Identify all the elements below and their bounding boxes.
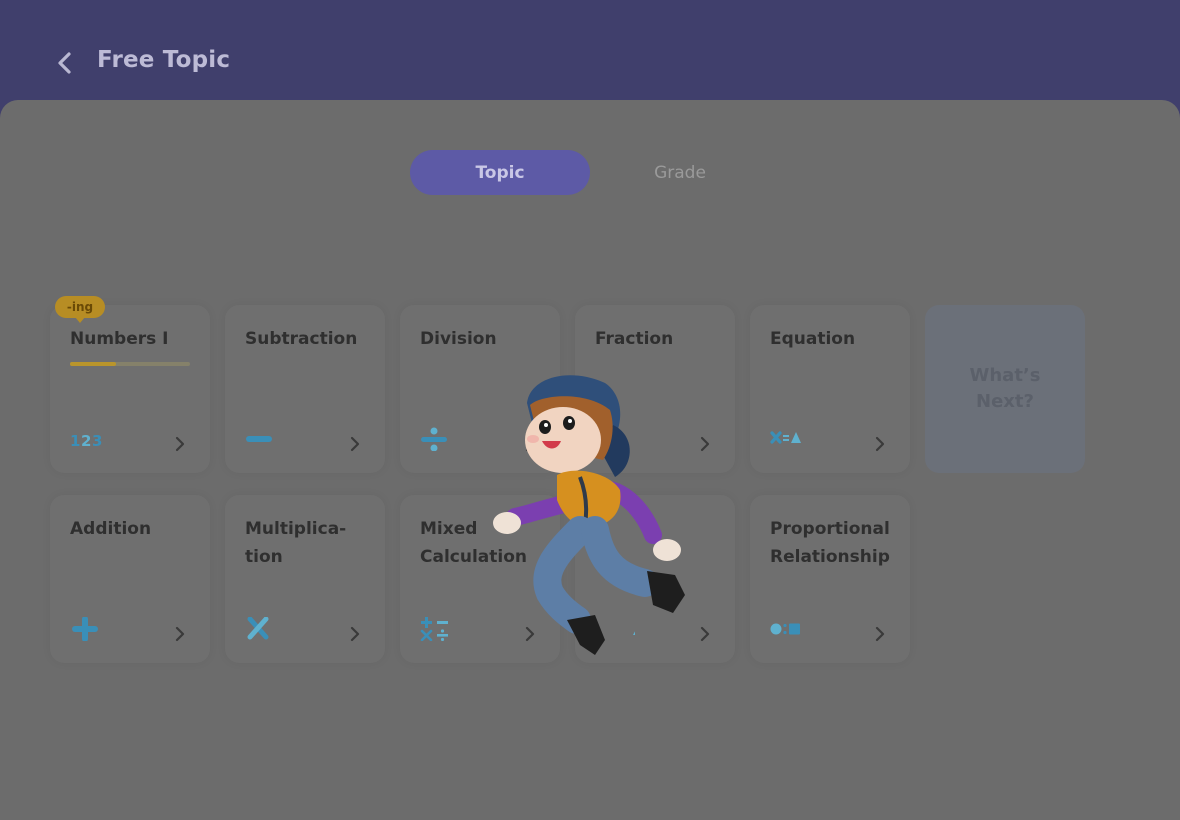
page-title: Free Topic (97, 47, 231, 73)
topic-card-subtraction[interactable]: Subtraction (225, 305, 385, 473)
svg-text:2: 2 (81, 432, 91, 450)
topic-card-equation[interactable]: Equation (750, 305, 910, 473)
chevron-right-icon (700, 436, 710, 452)
equation-icon (770, 431, 801, 444)
tab-grade[interactable]: Grade (590, 150, 770, 195)
whats-next-card: What’s Next? (925, 305, 1085, 473)
card-title: Proportional Relationship (770, 519, 890, 567)
chevron-left-icon (58, 52, 71, 74)
card-title: Division (420, 329, 497, 349)
topic-grade-switch: Topic Grade (410, 150, 770, 195)
plus-icon (72, 617, 98, 641)
svg-text:3: 3 (92, 432, 102, 450)
numbers-123-icon: 1 2 3 (70, 432, 102, 450)
chevron-right-icon (350, 436, 360, 452)
svg-text:1: 1 (70, 432, 80, 450)
chevron-right-icon (175, 436, 185, 452)
topic-card-multiplication[interactable]: Multiplica- tion (225, 495, 385, 663)
card-title: Fraction (595, 329, 674, 349)
times-icon (247, 617, 269, 640)
divide-icon (421, 427, 447, 451)
topic-card-addition[interactable]: Addition (50, 495, 210, 663)
minus-icon (246, 436, 272, 442)
mascot-character-image (493, 375, 685, 655)
tab-topic[interactable]: Topic (410, 150, 590, 195)
mixed-operations-icon (420, 617, 448, 641)
ratio-icon (770, 623, 800, 635)
card-title: Multiplica- tion (245, 519, 347, 567)
chevron-right-icon (175, 626, 185, 642)
chevron-right-icon (700, 626, 710, 642)
card-title: Numbers I (70, 329, 169, 349)
card-title: Equation (770, 329, 856, 349)
card-title: Addition (70, 519, 152, 539)
chevron-right-icon (875, 436, 885, 452)
progress-bar (70, 362, 190, 366)
header-bar: Free Topic (0, 0, 1180, 100)
whats-next-label: What’s Next? (969, 365, 1041, 412)
back-button[interactable] (52, 48, 80, 80)
chevron-right-icon (350, 626, 360, 642)
chevron-right-icon (875, 626, 885, 642)
card-title: Subtraction (245, 329, 358, 349)
progress-fill (70, 362, 116, 366)
topic-card-numbers[interactable]: Numbers I 1 2 3 (50, 305, 210, 473)
in-progress-badge: -ing (55, 296, 105, 323)
topic-card-proportional-relationship[interactable]: Proportional Relationship (750, 495, 910, 663)
